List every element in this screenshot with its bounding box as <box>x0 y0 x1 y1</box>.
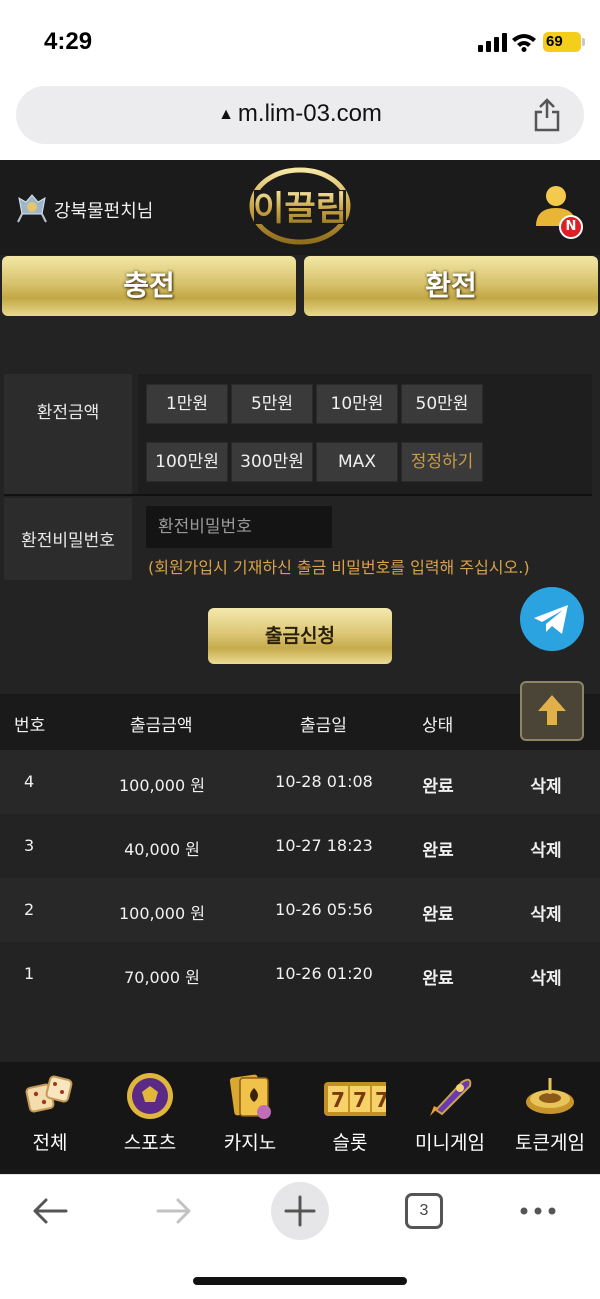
table-row: 1 70,000 원 10-26 01:20 완료 삭제 <box>0 942 600 1006</box>
roulette-icon <box>526 1078 574 1114</box>
amount-options: 1만원 5만원 10만원 50만원 100만원 300만원 MAX 정정하기 <box>138 374 592 494</box>
nav-label: 슬롯 <box>332 1132 368 1154</box>
svg-text:7: 7 <box>331 1088 345 1112</box>
new-tab-button[interactable] <box>271 1182 329 1240</box>
amount-reset-button[interactable]: 정정하기 <box>401 442 483 482</box>
table-header: 번호 출금금액 출금일 상태 <box>0 694 600 750</box>
notification-badge: N <box>559 215 583 239</box>
scroll-top-button[interactable] <box>520 681 584 741</box>
rank-badge-icon <box>17 194 47 223</box>
table-row: 2 100,000 원 10-26 05:56 완료 삭제 <box>0 878 600 942</box>
site-header: 강북물펀치님 이끌림 N <box>0 160 600 255</box>
row-number: 4 <box>24 772 35 791</box>
svg-text:7: 7 <box>375 1088 386 1112</box>
row-date: 10-27 18:23 <box>275 836 373 855</box>
back-arrow-icon[interactable] <box>30 1191 70 1231</box>
table-row: 3 40,000 원 10-27 18:23 완료 삭제 <box>0 814 600 878</box>
exchange-amount-row: 환전금액 1만원 5만원 10만원 50만원 100만원 300만원 MAX 정… <box>4 374 592 494</box>
nav-label: 미니게임 <box>415 1132 485 1154</box>
site-logo[interactable]: 이끌림 <box>244 164 356 248</box>
nav-item-slot[interactable]: 7 7 7 슬롯 <box>300 1062 400 1174</box>
more-icon[interactable] <box>518 1199 558 1223</box>
row-amount: 100,000 원 <box>119 904 205 923</box>
exchange-password-input[interactable] <box>146 506 332 548</box>
nav-label: 전체 <box>32 1132 68 1154</box>
table-row: 4 100,000 원 10-28 01:08 완료 삭제 <box>0 750 600 814</box>
exchange-button[interactable]: 환전 <box>304 256 598 316</box>
battery-icon: 69 <box>543 32 585 52</box>
password-field-cell: (회원가입시 기재하신 출금 비밀번호를 입력해 주십시오.) <box>138 498 592 580</box>
game-category-nav: 전체 스포츠 카지노 7 7 7 슬롯 미니게임 토큰게임 <box>0 1062 600 1174</box>
username: 강북물펀치님 <box>54 201 154 222</box>
address-bar[interactable]: ▲ m.lim-03.com <box>16 86 584 144</box>
row-date: 10-26 05:56 <box>275 900 373 919</box>
nav-item-all[interactable]: 전체 <box>0 1062 100 1174</box>
nav-label: 카지노 <box>223 1132 277 1154</box>
nav-item-minigame[interactable]: 미니게임 <box>400 1062 500 1174</box>
amount-5man-button[interactable]: 5만원 <box>231 384 313 424</box>
slot-777-icon: 7 7 7 <box>324 1082 386 1116</box>
nav-label: 스포츠 <box>123 1132 177 1154</box>
row-status: 완료 <box>422 969 454 989</box>
column-header-status: 상태 <box>422 716 454 736</box>
cellular-signal-icon <box>478 33 507 52</box>
amount-50man-button[interactable]: 50만원 <box>401 384 483 424</box>
row-amount: 40,000 원 <box>124 840 200 859</box>
status-time: 4:29 <box>44 28 93 55</box>
amount-10man-button[interactable]: 10만원 <box>316 384 398 424</box>
delete-button[interactable]: 삭제 <box>518 836 574 861</box>
row-status: 완료 <box>422 905 454 925</box>
warning-icon: ▲ <box>218 106 234 123</box>
amount-1man-button[interactable]: 1만원 <box>146 384 228 424</box>
amount-100man-button[interactable]: 100만원 <box>146 442 228 482</box>
delete-button[interactable]: 삭제 <box>518 900 574 925</box>
nav-item-casino[interactable]: 카지노 <box>200 1062 300 1174</box>
row-number: 2 <box>24 900 35 919</box>
exchange-password-label: 환전비밀번호 <box>4 498 132 580</box>
delete-button[interactable]: 삭제 <box>518 964 574 989</box>
rocket-icon <box>430 1078 472 1116</box>
forward-arrow-icon[interactable] <box>154 1191 194 1231</box>
amount-max-button[interactable]: MAX <box>316 442 398 482</box>
tab-switcher-button[interactable]: 3 <box>405 1193 443 1229</box>
row-status: 완료 <box>422 841 454 861</box>
plus-icon <box>284 1195 316 1227</box>
amount-300man-button[interactable]: 300만원 <box>231 442 313 482</box>
password-hint: (회원가입시 기재하신 출금 비밀번호를 입력해 주십시오.) <box>148 558 530 577</box>
wifi-icon <box>512 34 536 52</box>
column-header-number: 번호 <box>14 716 46 736</box>
dice-icon <box>25 1075 73 1113</box>
svg-text:7: 7 <box>353 1088 367 1112</box>
charge-button[interactable]: 충전 <box>2 256 296 316</box>
status-bar: 4:29 69 <box>0 0 600 82</box>
row-amount: 100,000 원 <box>119 776 205 795</box>
share-icon[interactable] <box>532 98 562 132</box>
row-amount: 70,000 원 <box>124 968 200 987</box>
home-indicator <box>193 1277 407 1285</box>
column-header-date: 출금일 <box>300 716 347 736</box>
row-number: 1 <box>24 964 35 983</box>
exchange-password-row: 환전비밀번호 (회원가입시 기재하신 출금 비밀번호를 입력해 주십시오.) <box>4 498 592 580</box>
row-status: 완료 <box>422 777 454 797</box>
form-divider <box>4 494 592 496</box>
row-date: 10-26 01:20 <box>275 964 373 983</box>
logo-text: 이끌림 <box>253 189 347 229</box>
cards-icon <box>229 1074 271 1119</box>
column-header-amount: 출금금액 <box>130 716 193 736</box>
telegram-icon <box>534 605 568 634</box>
row-date: 10-28 01:08 <box>275 772 373 791</box>
nav-label: 토큰게임 <box>515 1132 585 1154</box>
soccer-ball-icon <box>127 1073 173 1119</box>
nav-item-sports[interactable]: 스포츠 <box>100 1062 200 1174</box>
row-number: 3 <box>24 836 35 855</box>
exchange-amount-label: 환전금액 <box>4 374 132 494</box>
url-text: m.lim-03.com <box>237 100 382 127</box>
delete-button[interactable]: 삭제 <box>518 772 574 797</box>
site-content: 강북물펀치님 이끌림 N 충전 환전 환전금액 1만원 5만원 10만원 50만… <box>0 160 600 1174</box>
arrow-up-icon <box>538 695 566 725</box>
withdraw-request-button[interactable]: 출금신청 <box>208 608 392 664</box>
nav-item-tokengame[interactable]: 토큰게임 <box>500 1062 600 1174</box>
telegram-button[interactable] <box>520 587 584 651</box>
